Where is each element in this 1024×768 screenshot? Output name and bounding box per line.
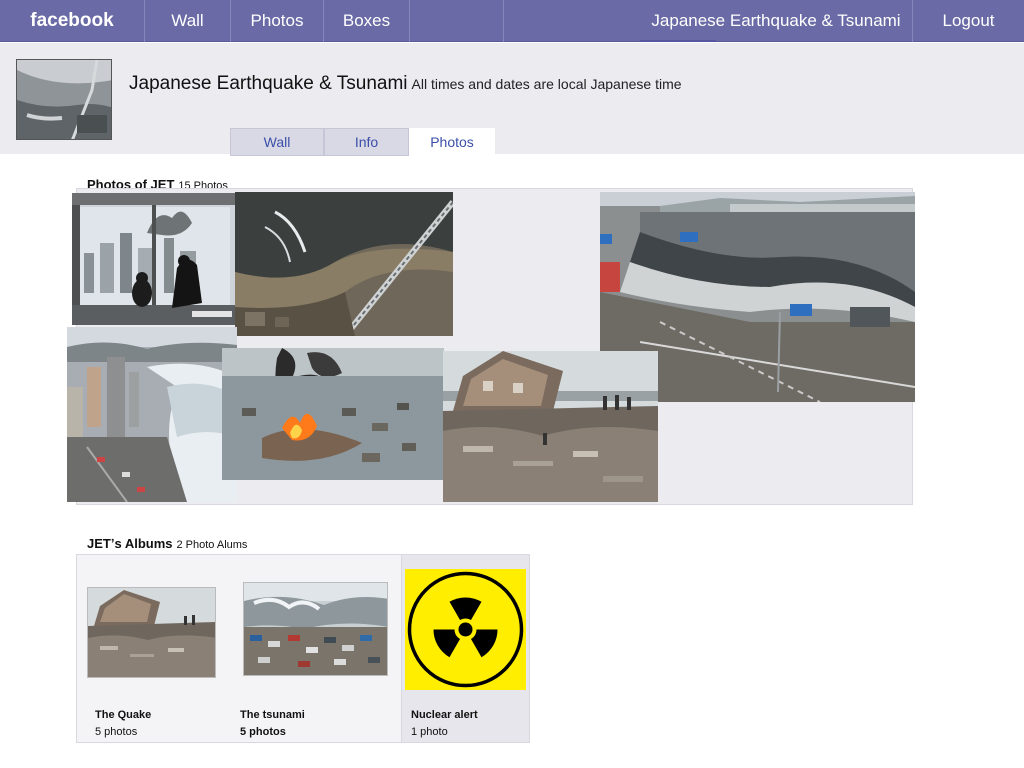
album-name-nuclear[interactable]: Nuclear alert: [411, 709, 478, 721]
album-cover-tsunami[interactable]: [243, 582, 388, 676]
photo-wave-over-town[interactable]: [67, 327, 237, 502]
albums-title: JETʼs Albums: [87, 536, 173, 551]
nav-boxes-link[interactable]: Boxes: [324, 0, 410, 42]
album-name-quake[interactable]: The Quake: [95, 709, 151, 721]
album-count-tsunami: 5 photos: [240, 726, 286, 738]
tab-info[interactable]: Info: [324, 128, 409, 156]
albums-divider: [401, 555, 402, 742]
album-count-nuclear: 1 photo: [411, 726, 448, 738]
nav-page-name-link[interactable]: Japanese Earthquake & Tsunami: [640, 0, 913, 42]
tab-wall[interactable]: Wall: [230, 128, 324, 156]
nav-wall-link[interactable]: Wall: [145, 0, 231, 42]
facebook-logo-link[interactable]: facebook: [0, 0, 145, 42]
albums-count: 2 Photo Alums: [176, 539, 248, 551]
page-title: Japanese Earthquake & Tsunami All times a…: [129, 73, 682, 95]
profile-picture[interactable]: [16, 59, 112, 140]
albums-section-title: JETʼs Albums 2 Photo Alums: [87, 536, 247, 551]
radiation-hazard-icon: [405, 569, 526, 690]
album-name-tsunami[interactable]: The tsunami: [240, 709, 305, 721]
timezone-note: All times and dates are local Japanese t…: [411, 76, 682, 92]
album-cover-quake[interactable]: [87, 587, 216, 678]
album-count-quake: 5 photos: [95, 726, 138, 738]
photo-collapsed-house[interactable]: [443, 351, 658, 502]
page-name: Japanese Earthquake & Tsunami: [129, 73, 408, 94]
photo-aerial-river[interactable]: [235, 192, 453, 336]
logout-button[interactable]: Logout: [913, 0, 1024, 42]
nav-empty-slot: [410, 0, 504, 42]
nav-active-underline: [640, 40, 716, 42]
album-cover-nuclear[interactable]: [405, 569, 526, 690]
nav-photos-link[interactable]: Photos: [231, 0, 324, 42]
top-nav-bar: facebook Wall Photos Boxes Japanese Eart…: [0, 0, 1024, 42]
photo-flood-fire[interactable]: [222, 348, 444, 480]
photo-office-window[interactable]: [72, 193, 235, 325]
profile-header: Japanese Earthquake & Tsunami All times a…: [0, 43, 1024, 154]
tab-photos[interactable]: Photos: [409, 128, 495, 156]
